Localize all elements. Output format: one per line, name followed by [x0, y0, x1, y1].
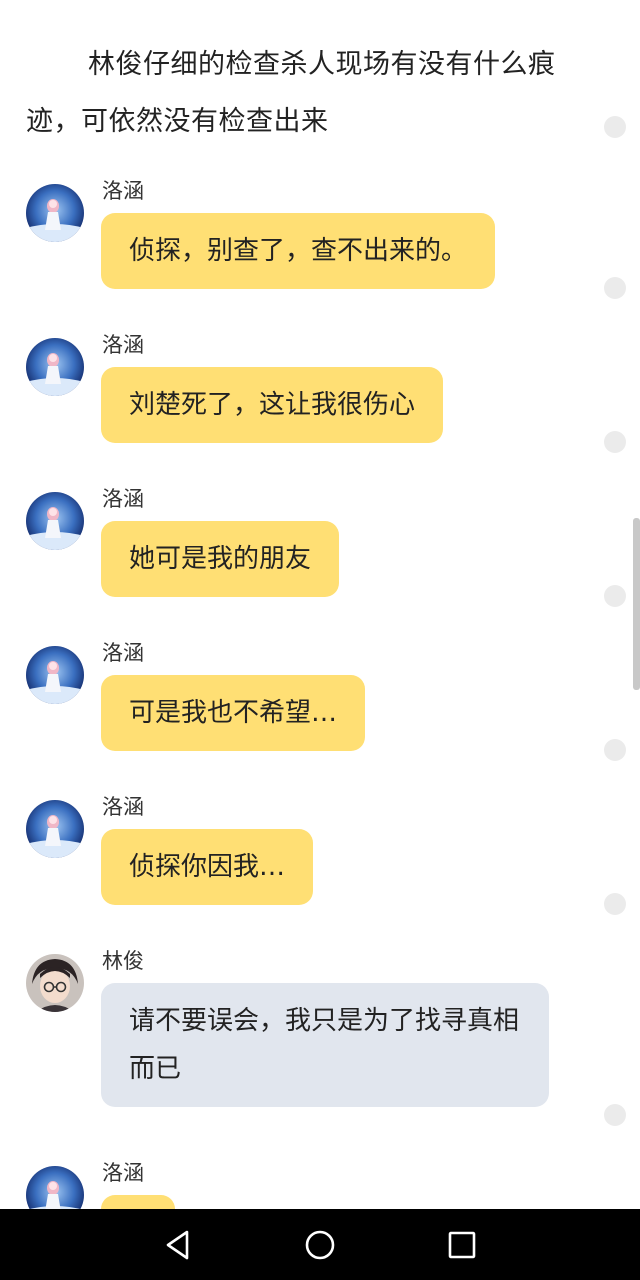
- boy-avatar[interactable]: [26, 954, 84, 1012]
- back-triangle-icon[interactable]: [158, 1225, 198, 1265]
- scrollbar[interactable]: [633, 518, 640, 690]
- read-indicator-dot: [604, 277, 626, 299]
- message-bubble[interactable]: 请不要误会，我只是为了找寻真相而已: [101, 983, 549, 1107]
- message-bubble[interactable]: 可是我也不希望…: [101, 675, 366, 751]
- girl-avatar[interactable]: [26, 184, 84, 242]
- girl-avatar[interactable]: [26, 800, 84, 858]
- read-indicator-dot: [604, 893, 626, 915]
- read-indicator-dot: [604, 431, 626, 453]
- girl-avatar[interactable]: [26, 338, 84, 396]
- message-item: 洛涵 侦探，别查了，查不出来的。: [0, 178, 640, 298]
- navigation-bar: [0, 1209, 640, 1280]
- recents-square-icon[interactable]: [442, 1225, 482, 1265]
- read-indicator-dot: [604, 585, 626, 607]
- message-bubble[interactable]: 侦探你因我…: [101, 829, 314, 905]
- read-indicator-dot: [604, 739, 626, 761]
- message-item: 洛涵 她可是我的朋友: [0, 486, 640, 606]
- chat-story-screen: 林俊仔细的检查杀人现场有没有什么痕迹，可依然没有检查出来 洛涵 侦探，别查了，查…: [0, 0, 640, 1280]
- sender-name: 洛涵: [102, 179, 144, 203]
- message-item: 洛涵 刘楚死了，这让我很伤心: [0, 332, 640, 452]
- home-circle-icon[interactable]: [300, 1225, 340, 1265]
- sender-name: 洛涵: [102, 795, 144, 819]
- read-indicator-dot: [604, 116, 626, 138]
- sender-name: 洛涵: [102, 333, 144, 357]
- message-bubble[interactable]: 她可是我的朋友: [101, 521, 340, 597]
- sender-name: 林俊: [102, 949, 144, 973]
- message-item: 林俊 请不要误会，我只是为了找寻真相而已: [0, 948, 640, 1128]
- girl-avatar[interactable]: [26, 492, 84, 550]
- narration-text: 林俊仔细的检查杀人现场有没有什么痕迹，可依然没有检查出来: [26, 49, 556, 137]
- read-indicator-dot: [604, 1104, 626, 1126]
- message-item: 洛涵 可是我也不希望…: [0, 640, 640, 760]
- sender-name: 洛涵: [102, 641, 144, 665]
- sender-name: 洛涵: [102, 487, 144, 511]
- sender-name: 洛涵: [102, 1161, 144, 1185]
- girl-avatar[interactable]: [26, 646, 84, 704]
- message-bubble[interactable]: 刘楚死了，这让我很伤心: [101, 367, 444, 443]
- message-bubble[interactable]: 侦探，别查了，查不出来的。: [101, 213, 496, 289]
- message-item: 洛涵 侦探你因我…: [0, 794, 640, 914]
